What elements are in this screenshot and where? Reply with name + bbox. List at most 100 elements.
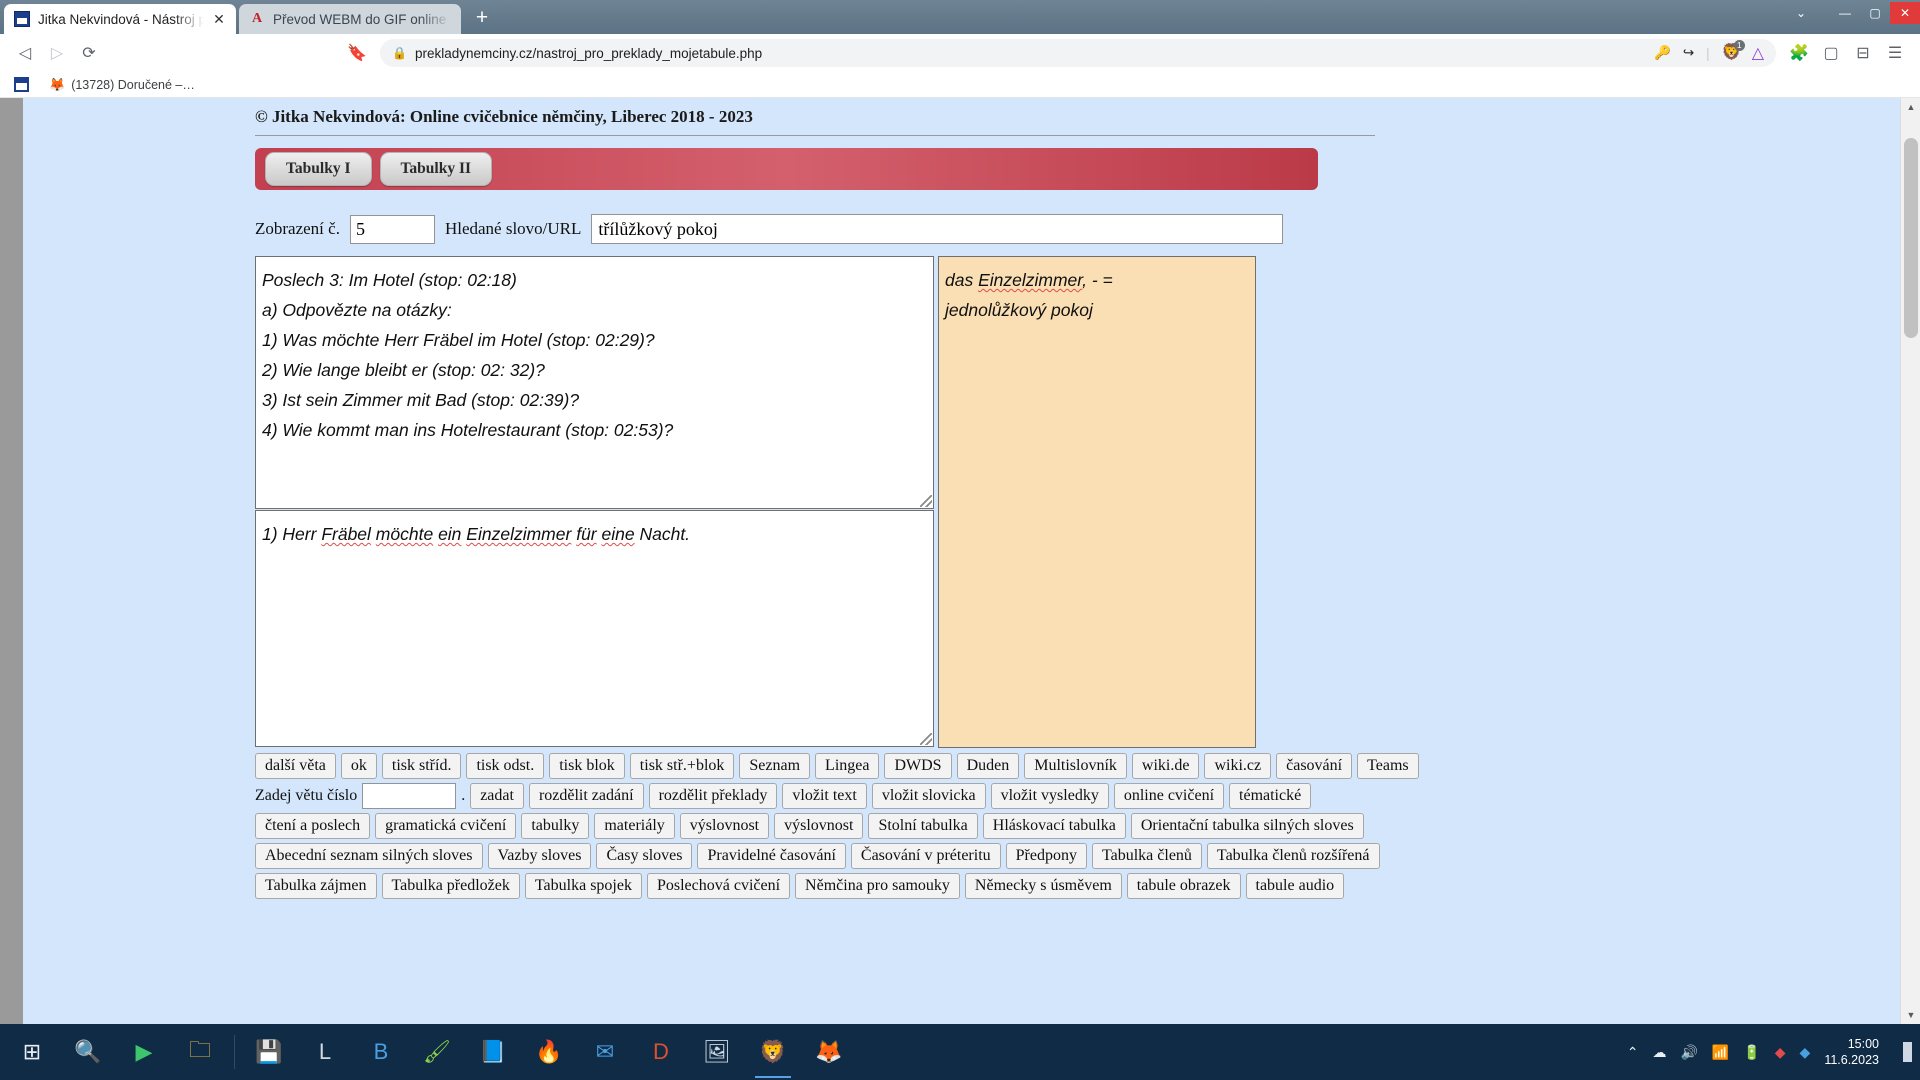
back-arrow-icon[interactable]: ◁ xyxy=(10,38,40,68)
app-tray-icon-1[interactable]: ◆ xyxy=(1775,1044,1786,1061)
textarea-resize-handle[interactable] xyxy=(920,733,932,745)
textarea-resize-handle[interactable] xyxy=(920,495,932,507)
btn-materialy[interactable]: materiály xyxy=(594,813,675,839)
extensions-icon[interactable]: 🧩 xyxy=(1784,38,1814,68)
scroll-up-icon[interactable]: ▲ xyxy=(1901,98,1920,116)
volume-icon[interactable]: 🔊 xyxy=(1680,1044,1697,1061)
maximize-button[interactable]: ▢ xyxy=(1860,2,1890,24)
btn-tabulka-spojek[interactable]: Tabulka spojek xyxy=(524,873,642,899)
key-icon[interactable]: 🔑 xyxy=(1654,45,1671,61)
share-icon[interactable]: ↪ xyxy=(1683,45,1694,61)
btn-pravidelne-casovani[interactable]: Pravidelné časování xyxy=(697,843,846,869)
browser-tab-inactive[interactable]: A Převod WEBM do GIF online zdarma - xyxy=(239,4,461,34)
b-icon[interactable]: B xyxy=(353,1024,409,1080)
btn-gramaticka-cviceni[interactable]: gramatická cvičení xyxy=(375,813,517,839)
btn-casovani-v-preteritu[interactable]: Časování v préteritu xyxy=(850,843,1001,869)
tab-tabulky-1[interactable]: Tabulky I xyxy=(265,152,372,186)
btn-tematicke[interactable]: tématické xyxy=(1229,783,1312,809)
btn-wiki-de[interactable]: wiki.de xyxy=(1131,753,1200,779)
battery-icon[interactable]: 🔋 xyxy=(1743,1044,1760,1061)
btn-online-cviceni[interactable]: online cvičení xyxy=(1113,783,1225,809)
btn-nemcina-pro-samouky[interactable]: Němčina pro samouky xyxy=(795,873,960,899)
btn-hlaskovaci-tabulka[interactable]: Hláskovací tabulka xyxy=(982,813,1126,839)
btn-dalsi-veta[interactable]: další věta xyxy=(255,753,336,779)
btn-dwds[interactable]: DWDS xyxy=(884,753,952,779)
library-icon[interactable]: L xyxy=(297,1024,353,1080)
forward-arrow-icon[interactable]: ▷ xyxy=(42,38,72,68)
btn-wiki-cz[interactable]: wiki.cz xyxy=(1204,753,1272,779)
btn-tisk-strid[interactable]: tisk stříd. xyxy=(381,753,462,779)
new-tab-button[interactable]: + xyxy=(467,5,497,33)
brave-lion-icon[interactable]: △ xyxy=(1752,43,1764,63)
split-view-icon[interactable]: ▢ xyxy=(1816,38,1846,68)
close-window-button[interactable]: ✕ xyxy=(1890,2,1920,24)
page-scrollbar[interactable]: ▲ ▼ xyxy=(1900,98,1920,1024)
close-icon[interactable]: ✕ xyxy=(212,12,226,26)
network-icon[interactable]: 📶 xyxy=(1712,1044,1729,1061)
bookmark-icon[interactable]: 🔖 xyxy=(342,38,372,68)
address-bar[interactable]: 🔒 prekladynemciny.cz/nastroj_pro_preklad… xyxy=(380,39,1776,67)
btn-vlozit-text[interactable]: vložit text xyxy=(782,783,867,809)
scrollbar-thumb[interactable] xyxy=(1904,138,1918,338)
hamburger-menu-icon[interactable]: ☰ xyxy=(1880,38,1910,68)
btn-nemecky-s-usmevem[interactable]: Německy s úsměvem xyxy=(964,873,1122,899)
btn-tisk-odst[interactable]: tisk odst. xyxy=(466,753,545,779)
photos-icon[interactable]: 🖼 xyxy=(689,1024,745,1080)
btn-casy-sloves[interactable]: Časy sloves xyxy=(596,843,693,869)
sentence-number-input[interactable] xyxy=(362,783,457,809)
save-icon[interactable]: 💾 xyxy=(241,1024,297,1080)
paint-icon[interactable]: 🖌 xyxy=(409,1024,465,1080)
btn-tisk-blok[interactable]: tisk blok xyxy=(549,753,625,779)
firefox-icon[interactable]: 🦊 xyxy=(801,1024,857,1080)
btn-seznam[interactable]: Seznam xyxy=(739,753,811,779)
scroll-down-icon[interactable]: ▼ xyxy=(1901,1006,1920,1024)
reload-icon[interactable]: ⟳ xyxy=(74,38,104,68)
btn-ok[interactable]: ok xyxy=(340,753,377,779)
btn-tabulka-predlozek[interactable]: Tabulka předložek xyxy=(381,873,520,899)
flame-icon[interactable]: 🔥 xyxy=(521,1024,577,1080)
app-tray-icon-2[interactable]: ◆ xyxy=(1800,1044,1811,1061)
btn-rozdelit-zadani[interactable]: rozdělit zadání xyxy=(528,783,644,809)
assignment-textarea[interactable]: Poslech 3: Im Hotel (stop: 02:18) a) Odp… xyxy=(255,256,934,509)
start-icon[interactable]: ⊞ xyxy=(4,1024,60,1080)
btn-orientacni-tabulka[interactable]: Orientační tabulka silných sloves xyxy=(1130,813,1364,839)
media-player-icon[interactable]: ▶ xyxy=(116,1024,172,1080)
btn-multislovnik[interactable]: Multislovník xyxy=(1024,753,1127,779)
tab-tabulky-2[interactable]: Tabulky II xyxy=(379,152,493,186)
onedrive-icon[interactable]: ☁ xyxy=(1652,1044,1666,1061)
btn-vyslovnost-1[interactable]: výslovnost xyxy=(679,813,770,839)
bookmark-item-site[interactable] xyxy=(14,77,35,92)
btn-vlozit-vysledky[interactable]: vložit vysledky xyxy=(990,783,1109,809)
btn-tabulka-clenu[interactable]: Tabulka členů xyxy=(1091,843,1202,869)
btn-lingea[interactable]: Lingea xyxy=(815,753,880,779)
bookmark-item-mail[interactable]: 🦊 (13728) Doručené –… xyxy=(49,77,195,93)
btn-tisk-str-blok[interactable]: tisk stř.+blok xyxy=(629,753,735,779)
sidebar-icon[interactable]: ⊟ xyxy=(1848,38,1878,68)
btn-teams[interactable]: Teams xyxy=(1357,753,1419,779)
answer-textarea[interactable]: 1) Herr Fräbel möchte ein Einzelzimmer f… xyxy=(255,510,934,747)
mail-icon[interactable]: ✉ xyxy=(577,1024,633,1080)
btn-tabule-obrazek[interactable]: tabule obrazek xyxy=(1126,873,1241,899)
brave-shield-icon[interactable]: 🦁 1 xyxy=(1722,40,1745,62)
btn-tabulka-clenu-rozsirena[interactable]: Tabulka členů rozšířená xyxy=(1206,843,1380,869)
btn-tabulka-zajmen[interactable]: Tabulka zájmen xyxy=(255,873,377,899)
btn-duden[interactable]: Duden xyxy=(956,753,1020,779)
btn-casovani[interactable]: časování xyxy=(1276,753,1353,779)
folder-icon[interactable]: 🗀 xyxy=(172,1024,228,1080)
btn-cteni-a-poslech[interactable]: čtení a poslech xyxy=(255,813,371,839)
reader-icon[interactable]: 📘 xyxy=(465,1024,521,1080)
vocabulary-pane[interactable]: das Einzelzimmer, - = jednolůžkový pokoj xyxy=(938,256,1256,748)
btn-vlozit-slovicka[interactable]: vložit slovicka xyxy=(871,783,986,809)
btn-poslechova-cviceni[interactable]: Poslechová cvičení xyxy=(646,873,791,899)
brave-icon[interactable]: 🦁 xyxy=(745,1024,801,1080)
btn-rozdelit-preklady[interactable]: rozdělit překlady xyxy=(648,783,778,809)
browser-tab-active[interactable]: Jitka Nekvindová - Nástroj pro pře ✕ xyxy=(4,4,236,34)
btn-tabulky[interactable]: tabulky xyxy=(521,813,590,839)
restore-down-button[interactable]: ⌄ xyxy=(1786,2,1816,24)
btn-abecedni-seznam[interactable]: Abecední seznam silných sloves xyxy=(255,843,483,869)
dictionary-icon[interactable]: D xyxy=(633,1024,689,1080)
btn-tabule-audio[interactable]: tabule audio xyxy=(1245,873,1345,899)
btn-stolni-tabulka[interactable]: Stolní tabulka xyxy=(868,813,978,839)
minimize-button[interactable]: — xyxy=(1830,2,1860,24)
show-desktop-button[interactable] xyxy=(1903,1042,1912,1062)
